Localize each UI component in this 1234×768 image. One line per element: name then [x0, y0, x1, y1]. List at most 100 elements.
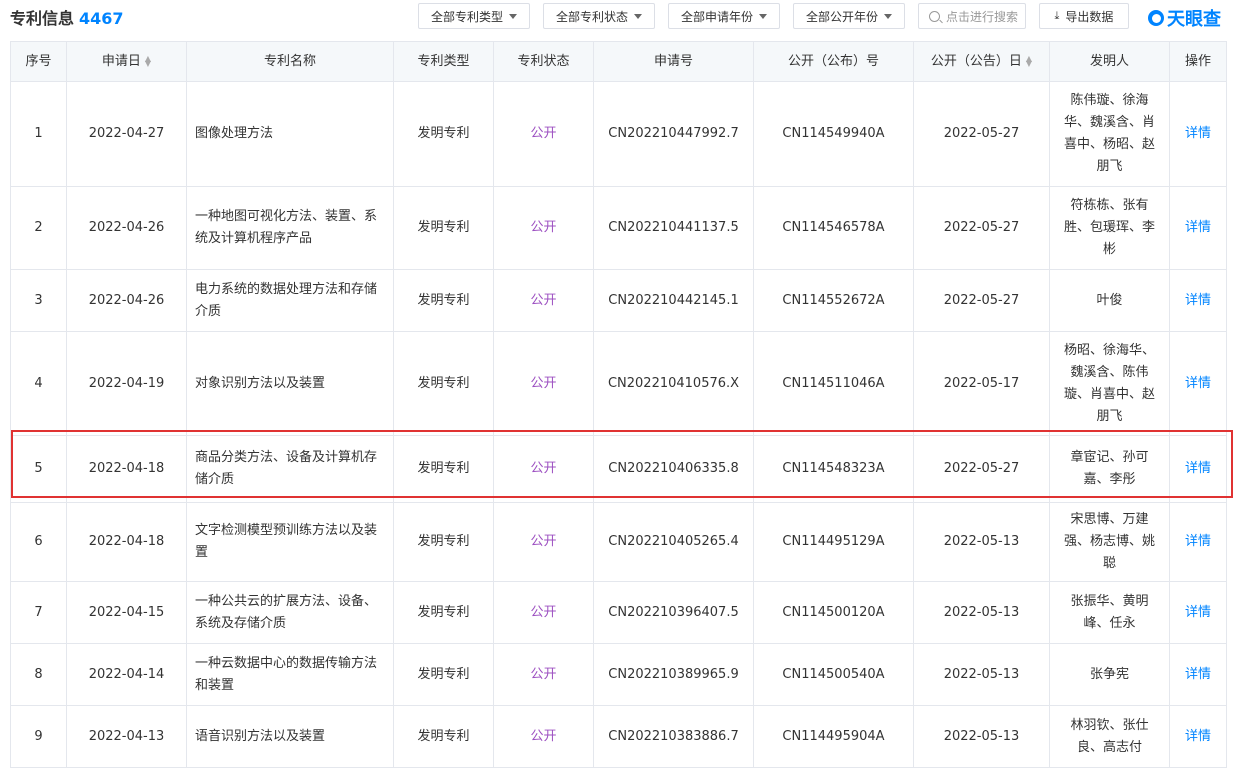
pub-date: 2022-05-13 — [913, 705, 1050, 768]
detail-link[interactable]: 详情 — [1185, 605, 1211, 620]
inventors: 张振华、黄明峰、任永 — [1049, 581, 1170, 644]
patent-status: 公开 — [493, 331, 594, 436]
col-header-apply-date[interactable]: 申请日 ▲ ▼ — [66, 41, 187, 82]
patent-status: 公开 — [493, 643, 594, 706]
patent-type: 发明专利 — [393, 502, 494, 582]
patent-name: 文字检测模型预训练方法以及装置 — [186, 502, 394, 582]
apply-no: CN202210442145.1 — [593, 269, 754, 332]
table-row: 4 2022-04-19 对象识别方法以及装置 发明专利 公开 CN202210… — [10, 331, 1227, 436]
col-header-pub-no: 公开（公布）号 — [753, 41, 914, 82]
patent-status: 公开 — [493, 186, 594, 270]
tianyancha-logo: 天眼查 — [1148, 5, 1221, 31]
patent-name: 电力系统的数据处理方法和存储介质 — [186, 269, 394, 332]
detail-link[interactable]: 详情 — [1185, 126, 1211, 141]
apply-date: 2022-04-26 — [66, 186, 187, 270]
row-index: 4 — [10, 331, 67, 436]
inventors: 陈伟璇、徐海华、魏溪含、肖喜中、杨昭、赵朋飞 — [1049, 81, 1170, 187]
patent-status: 公开 — [493, 581, 594, 644]
sort-icon[interactable]: ▲ ▼ — [1026, 55, 1032, 68]
detail-link[interactable]: 详情 — [1185, 220, 1211, 235]
row-index: 6 — [10, 502, 67, 582]
detail-link[interactable]: 详情 — [1185, 376, 1211, 391]
apply-date: 2022-04-15 — [66, 581, 187, 644]
caret-down-icon — [634, 13, 642, 19]
row-index: 5 — [10, 435, 67, 503]
patent-name: 对象识别方法以及装置 — [186, 331, 394, 436]
apply-no: CN202210389965.9 — [593, 643, 754, 706]
col-header-pub-date[interactable]: 公开（公告）日 ▲ ▼ — [913, 41, 1050, 82]
inventors: 符栋栋、张有胜、包瑗珲、李彬 — [1049, 186, 1170, 270]
pub-no: CN114548323A — [753, 435, 914, 503]
filter-label: 全部专利类型 — [430, 9, 503, 24]
patent-status: 公开 — [493, 81, 594, 187]
action-cell: 详情 — [1169, 331, 1227, 436]
inventors: 林羽钦、张仕良、高志付 — [1049, 705, 1170, 768]
table-header: 序号 申请日 ▲ ▼ 专利名称 专利类型 专利状态 申请号 公开（公布）号 公开（公… — [10, 41, 1227, 82]
patent-type-filter[interactable]: 全部专利类型 — [418, 3, 530, 29]
logo-icon — [1148, 10, 1164, 26]
col-header-apply-no: 申请号 — [593, 41, 754, 82]
table-row: 9 2022-04-13 语音识别方法以及装置 发明专利 公开 CN202210… — [10, 705, 1227, 768]
col-header-type: 专利类型 — [393, 41, 494, 82]
apply-no: CN202210383886.7 — [593, 705, 754, 768]
inventors: 张争宪 — [1049, 643, 1170, 706]
apply-no: CN202210405265.4 — [593, 502, 754, 582]
export-label: 导出数据 — [1065, 9, 1114, 24]
inventors: 章宦记、孙可嘉、李彤 — [1049, 435, 1170, 503]
pub-date: 2022-05-27 — [913, 269, 1050, 332]
apply-date: 2022-04-26 — [66, 269, 187, 332]
table-row: 8 2022-04-14 一种云数据中心的数据传输方法和装置 发明专利 公开 C… — [10, 643, 1227, 706]
search-icon — [929, 10, 940, 22]
patent-type: 发明专利 — [393, 186, 494, 270]
pub-no: CN114511046A — [753, 331, 914, 436]
action-cell: 详情 — [1169, 705, 1227, 768]
apply-no: CN202210410576.X — [593, 331, 754, 436]
sort-icon[interactable]: ▲ ▼ — [145, 55, 151, 68]
publish-year-filter[interactable]: 全部公开年份 — [793, 3, 905, 29]
page-title: 专利信息 4467 — [10, 5, 124, 29]
detail-link[interactable]: 详情 — [1185, 534, 1211, 549]
search-input[interactable]: 点击进行搜索 — [918, 3, 1026, 29]
row-index: 9 — [10, 705, 67, 768]
export-button[interactable]: ⤓ 导出数据 — [1039, 3, 1129, 29]
pub-no: CN114500540A — [753, 643, 914, 706]
pub-no: CN114549940A — [753, 81, 914, 187]
patent-type: 发明专利 — [393, 81, 494, 187]
apply-date: 2022-04-13 — [66, 705, 187, 768]
inventors: 叶俊 — [1049, 269, 1170, 332]
patent-count: 4467 — [79, 9, 124, 28]
filter-label: 全部申请年份 — [680, 9, 753, 24]
col-header-status: 专利状态 — [493, 41, 594, 82]
row-index: 3 — [10, 269, 67, 332]
detail-link[interactable]: 详情 — [1185, 293, 1211, 308]
row-index: 8 — [10, 643, 67, 706]
table-row: 5 2022-04-18 商品分类方法、设备及计算机存储介质 发明专利 公开 C… — [10, 435, 1227, 503]
patent-status-filter[interactable]: 全部专利状态 — [543, 3, 655, 29]
apply-no: CN202210447992.7 — [593, 81, 754, 187]
patent-status: 公开 — [493, 502, 594, 582]
col-header-inventors: 发明人 — [1049, 41, 1170, 82]
apply-date: 2022-04-19 — [66, 331, 187, 436]
action-cell: 详情 — [1169, 186, 1227, 270]
detail-link[interactable]: 详情 — [1185, 729, 1211, 744]
filter-label: 全部公开年份 — [805, 9, 878, 24]
pub-date: 2022-05-27 — [913, 186, 1050, 270]
apply-no: CN202210396407.5 — [593, 581, 754, 644]
caret-down-icon — [884, 13, 892, 19]
detail-link[interactable]: 详情 — [1185, 667, 1211, 682]
action-cell: 详情 — [1169, 435, 1227, 503]
action-cell: 详情 — [1169, 81, 1227, 187]
apply-year-filter[interactable]: 全部申请年份 — [668, 3, 780, 29]
col-header-action: 操作 — [1169, 41, 1227, 82]
patent-name: 语音识别方法以及装置 — [186, 705, 394, 768]
row-index: 2 — [10, 186, 67, 270]
patent-status: 公开 — [493, 269, 594, 332]
pub-date: 2022-05-13 — [913, 643, 1050, 706]
pub-no: CN114495904A — [753, 705, 914, 768]
patent-name: 商品分类方法、设备及计算机存储介质 — [186, 435, 394, 503]
patent-type: 发明专利 — [393, 705, 494, 768]
inventors: 杨昭、徐海华、魏溪含、陈伟璇、肖喜中、赵朋飞 — [1049, 331, 1170, 436]
pub-no: CN114546578A — [753, 186, 914, 270]
table-row: 1 2022-04-27 图像处理方法 发明专利 公开 CN2022104479… — [10, 81, 1227, 187]
detail-link[interactable]: 详情 — [1185, 461, 1211, 476]
